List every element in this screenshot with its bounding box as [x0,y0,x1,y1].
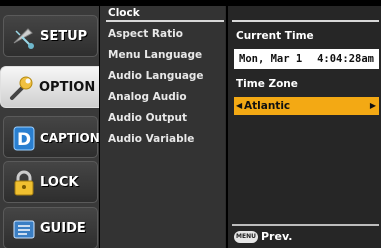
tab-setup-label: SETUP [40,29,88,44]
menu-item-analog-audio[interactable]: Analog Audio [108,91,187,103]
tab-guide-label: GUIDE [40,221,86,236]
option-menu: Clock Aspect Ratio Menu Language Audio L… [99,6,225,248]
time-zone-heading: Time Zone [236,78,298,90]
menu-item-audio-variable[interactable]: Audio Variable [108,133,194,145]
wrench-icon [10,76,33,100]
tab-setup[interactable]: SETUP [3,15,98,57]
tab-guide[interactable]: GUIDE [3,207,98,248]
caption-d-icon: D [13,126,35,151]
tab-caption-label: CAPTION [40,131,100,145]
prev-hint[interactable]: MENU Prev. [234,230,292,244]
menu-item-clock[interactable]: Clock [108,7,140,19]
guide-book-icon [13,220,35,239]
tv-menu-screen: SETUP OPTION D CAPTION LOCK GUIDE Clock … [0,0,381,248]
padlock-icon [14,170,34,196]
menu-button-icon: MENU [234,231,258,243]
time-zone-selector[interactable]: ◀ Atlantic ▶ [234,97,379,115]
tab-option[interactable]: OPTION [0,66,99,108]
current-time-display: Mon, Mar 1 4:04:28am [234,49,379,69]
current-clock: 4:04:28am [317,53,374,65]
tab-caption[interactable]: D CAPTION [3,116,100,158]
tab-lock[interactable]: LOCK [3,161,98,203]
current-time-heading: Current Time [236,30,314,42]
footer-divider [232,224,379,226]
svg-text:D: D [17,130,31,150]
right-arrow-icon[interactable]: ▶ [370,97,376,115]
menu-item-aspect-ratio[interactable]: Aspect Ratio [108,28,183,40]
menu-item-menu-language[interactable]: Menu Language [108,49,202,61]
satellite-dish-icon [13,28,34,49]
menu-item-audio-language[interactable]: Audio Language [108,70,204,82]
clock-settings-panel: Current Time Mon, Mar 1 4:04:28am Time Z… [226,6,381,248]
sidebar: SETUP OPTION D CAPTION LOCK GUIDE [0,6,100,248]
menu-divider [106,20,224,22]
panel-divider [232,20,379,22]
tab-lock-label: LOCK [40,175,79,190]
current-date: Mon, Mar 1 [239,53,303,65]
prev-label: Prev. [261,230,293,243]
left-arrow-icon[interactable]: ◀ [236,97,242,115]
tab-option-label: OPTION [39,80,96,95]
time-zone-value: Atlantic [244,100,291,112]
menu-item-audio-output[interactable]: Audio Output [108,112,187,124]
